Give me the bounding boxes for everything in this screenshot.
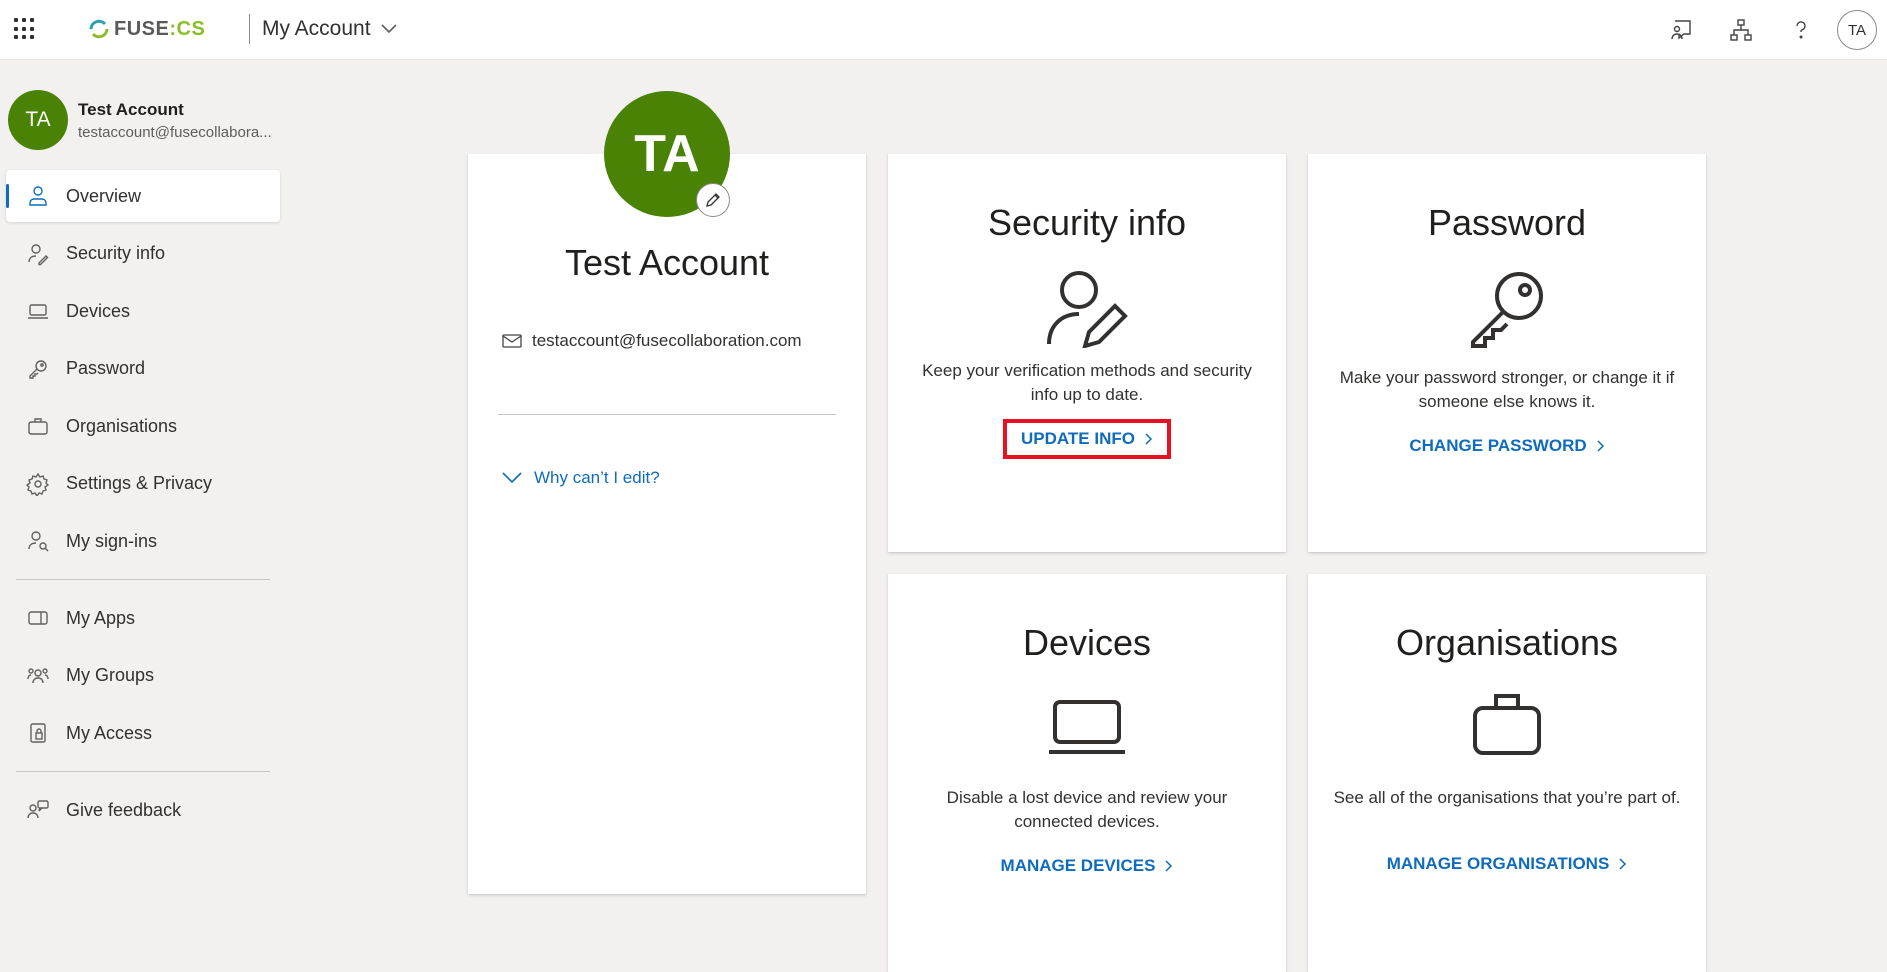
card-description: See all of the organisations that you’re… bbox=[1333, 788, 1681, 807]
feedback-button[interactable] bbox=[1651, 0, 1711, 60]
logo-mark-icon bbox=[89, 19, 109, 39]
chevron-down-icon bbox=[380, 24, 397, 34]
org-chart-icon bbox=[1730, 19, 1752, 41]
nav-divider bbox=[16, 579, 270, 580]
logo-text-suffix: :CS bbox=[169, 17, 206, 40]
sidebar-item-my-sign-ins[interactable]: My sign-ins bbox=[6, 515, 280, 567]
chevron-right-icon bbox=[1597, 440, 1604, 452]
help-button[interactable] bbox=[1771, 0, 1831, 60]
person-key-icon bbox=[28, 243, 49, 265]
top-bar: FUSE:CS My Account TA bbox=[0, 0, 1887, 60]
gear-icon bbox=[26, 472, 50, 496]
edit-photo-button[interactable] bbox=[696, 183, 730, 217]
org-explorer-button[interactable] bbox=[1711, 0, 1771, 60]
sidebar-user-block: TA Test Account testaccount@fusecollabor… bbox=[8, 90, 278, 150]
profile-email: testaccount@fusecollaboration.com bbox=[532, 331, 802, 350]
chevron-right-icon bbox=[1619, 858, 1627, 870]
groups-icon bbox=[27, 667, 49, 683]
link-label: UPDATE INFO bbox=[1021, 429, 1135, 448]
sidebar-item-label: Password bbox=[66, 358, 146, 378]
link-label: MANAGE ORGANISATIONS bbox=[1386, 854, 1610, 873]
sidebar-item-settings-privacy[interactable]: Settings & Privacy bbox=[6, 458, 280, 510]
header-divider bbox=[249, 14, 250, 44]
organisations-card: Organisations See all of the organisatio… bbox=[1308, 574, 1706, 972]
sidebar-item-overview[interactable]: Overview bbox=[6, 170, 280, 222]
card-title: Security info bbox=[987, 202, 1187, 243]
profile-divider bbox=[498, 414, 836, 415]
chevron-down-icon bbox=[502, 472, 522, 484]
app-launcher-icon[interactable] bbox=[14, 18, 36, 40]
sidebar-item-my-apps[interactable]: My Apps bbox=[6, 592, 280, 644]
why-cant-i-edit-link[interactable]: Why can’t I edit? bbox=[502, 468, 660, 488]
sidebar-item-label: My sign-ins bbox=[66, 530, 158, 551]
my-account-dropdown[interactable]: My Account bbox=[262, 17, 397, 41]
help-icon bbox=[1796, 21, 1806, 39]
briefcase-icon bbox=[1473, 694, 1541, 755]
why-edit-label: Why can’t I edit? bbox=[534, 468, 660, 487]
avatar: TA bbox=[8, 90, 68, 150]
lock-icon bbox=[30, 723, 46, 743]
sidebar-item-label: Security info bbox=[66, 243, 166, 263]
sidebar-item-my-access[interactable]: My Access bbox=[6, 707, 280, 759]
feedback-icon bbox=[27, 800, 49, 819]
security-info-card: Security info Keep your verification met… bbox=[888, 154, 1286, 552]
card-title: Organisations bbox=[1395, 622, 1619, 663]
key-icon bbox=[1471, 272, 1543, 348]
sidebar-nav: Overview Security info Devices Password … bbox=[6, 170, 280, 842]
key-icon bbox=[29, 359, 47, 379]
app-title: My Account bbox=[262, 17, 371, 40]
mail-icon bbox=[502, 334, 522, 348]
sidebar-item-devices[interactable]: Devices bbox=[6, 285, 280, 337]
sidebar-item-label: My Groups bbox=[66, 665, 155, 685]
person-edit-icon bbox=[1047, 271, 1128, 348]
sidebar-item-give-feedback[interactable]: Give feedback bbox=[6, 784, 280, 836]
sidebar-item-label: Organisations bbox=[66, 415, 178, 436]
password-card: Password Make your password stronger, or… bbox=[1308, 154, 1706, 552]
pencil-icon bbox=[706, 193, 720, 207]
laptop-icon bbox=[28, 304, 48, 319]
manage-organisations-link[interactable]: MANAGE ORGANISATIONS bbox=[1373, 848, 1642, 880]
briefcase-icon bbox=[28, 418, 48, 435]
user-name: Test Account bbox=[78, 99, 184, 119]
sidebar-item-label: My Access bbox=[66, 722, 153, 743]
logo-text-main: FUSE bbox=[114, 17, 170, 40]
profile-name: Test Account bbox=[564, 242, 770, 283]
sidebar-item-label: Settings & Privacy bbox=[66, 473, 213, 493]
company-logo[interactable]: FUSE:CS bbox=[88, 14, 205, 44]
chevron-right-icon bbox=[1165, 860, 1173, 872]
nav-divider bbox=[16, 771, 270, 772]
link-label: MANAGE DEVICES bbox=[1000, 856, 1156, 875]
change-password-link[interactable]: CHANGE PASSWORD bbox=[1395, 430, 1618, 462]
sidebar-item-my-groups[interactable]: My Groups bbox=[6, 650, 280, 702]
manage-devices-link[interactable]: MANAGE DEVICES bbox=[987, 850, 1188, 882]
sidebar-item-label: Give feedback bbox=[66, 799, 182, 820]
profile-email-row: testaccount@fusecollaboration.com bbox=[502, 331, 802, 351]
sidebar-item-label: Overview bbox=[66, 185, 142, 206]
link-label: CHANGE PASSWORD bbox=[1409, 436, 1587, 455]
devices-card: Devices Disable a lost device and review… bbox=[888, 574, 1286, 972]
account-avatar-button[interactable]: TA bbox=[1837, 10, 1877, 50]
person-icon bbox=[29, 186, 47, 206]
sidebar-item-password[interactable]: Password bbox=[6, 343, 280, 395]
feedback-icon bbox=[1671, 20, 1691, 40]
card-description: Disable a lost device and review your co… bbox=[946, 788, 1228, 831]
card-title: Devices bbox=[1022, 622, 1152, 663]
update-info-link[interactable]: UPDATE INFO bbox=[1003, 419, 1171, 459]
sidebar-item-label: Devices bbox=[66, 300, 131, 321]
card-description: Make your password stronger, or change i… bbox=[1339, 368, 1675, 411]
apps-icon bbox=[28, 611, 48, 625]
card-title: Password bbox=[1427, 202, 1587, 243]
chevron-right-icon bbox=[1145, 433, 1153, 445]
card-description: Keep your verification methods and secur… bbox=[922, 361, 1252, 404]
user-email: testaccount@fusecollabora... bbox=[78, 123, 272, 141]
sidebar-item-organisations[interactable]: Organisations bbox=[6, 400, 280, 452]
laptop-icon bbox=[1049, 700, 1125, 754]
sidebar-item-label: My Apps bbox=[66, 607, 136, 628]
person-sign-in-icon bbox=[28, 531, 49, 552]
sidebar-item-security-info[interactable]: Security info bbox=[6, 228, 280, 280]
